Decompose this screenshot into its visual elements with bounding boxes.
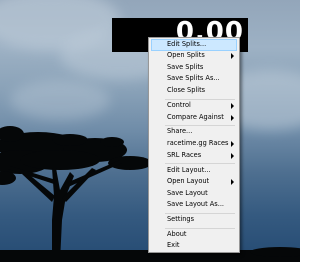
menu-item-label: SRL Races — [167, 151, 202, 159]
menu-item-label: Close Splits — [167, 86, 206, 94]
menu-item-label: Save Splits — [167, 63, 204, 71]
menu-item-share[interactable]: Share... — [151, 126, 237, 138]
menu-item-label: Open Layout — [167, 177, 210, 185]
menu-item-label: Compare Against — [167, 113, 224, 121]
menu-item-open-layout[interactable]: Open Layout — [151, 176, 237, 188]
menu-item-label: Edit Splits... — [167, 40, 207, 48]
menu-item-label: Open Splits — [167, 51, 205, 59]
menu-item-exit[interactable]: Exit — [151, 240, 237, 252]
menu-item-label: Share... — [167, 127, 193, 135]
context-menu: Edit Splits... Open Splits Save Splits S… — [148, 37, 240, 253]
menu-item-label: Edit Layout... — [167, 166, 211, 174]
menu-item-label: Control — [167, 101, 191, 109]
menu-item-label: Settings — [167, 215, 195, 223]
submenu-arrow-icon — [231, 103, 234, 109]
menu-item-control[interactable]: Control — [151, 100, 237, 112]
menu-item-settings[interactable]: Settings — [151, 214, 237, 226]
menu-item-open-splits[interactable]: Open Splits — [151, 50, 237, 62]
menu-item-label: Exit — [167, 241, 180, 249]
submenu-arrow-icon — [231, 179, 234, 185]
menu-separator — [165, 163, 235, 164]
menu-item-label: Save Layout — [167, 189, 208, 197]
menu-item-racetime-races[interactable]: racetime.gg Races — [151, 138, 237, 150]
menu-item-compare-against[interactable]: Compare Against — [151, 112, 237, 124]
menu-item-srl-races[interactable]: SRL Races — [151, 150, 237, 162]
submenu-arrow-icon — [231, 141, 234, 147]
menu-item-close-splits[interactable]: Close Splits — [151, 85, 237, 97]
menu-item-label: Save Splits As... — [167, 74, 220, 82]
menu-item-save-layout-as[interactable]: Save Layout As... — [151, 199, 237, 211]
menu-item-label: About — [167, 230, 187, 238]
submenu-arrow-icon — [231, 153, 234, 159]
menu-item-label: racetime.gg Races — [167, 139, 229, 147]
submenu-arrow-icon — [231, 53, 234, 59]
submenu-arrow-icon — [231, 115, 234, 121]
menu-item-save-splits-as[interactable]: Save Splits As... — [151, 73, 237, 85]
menu-item-label: Save Layout As... — [167, 200, 225, 208]
